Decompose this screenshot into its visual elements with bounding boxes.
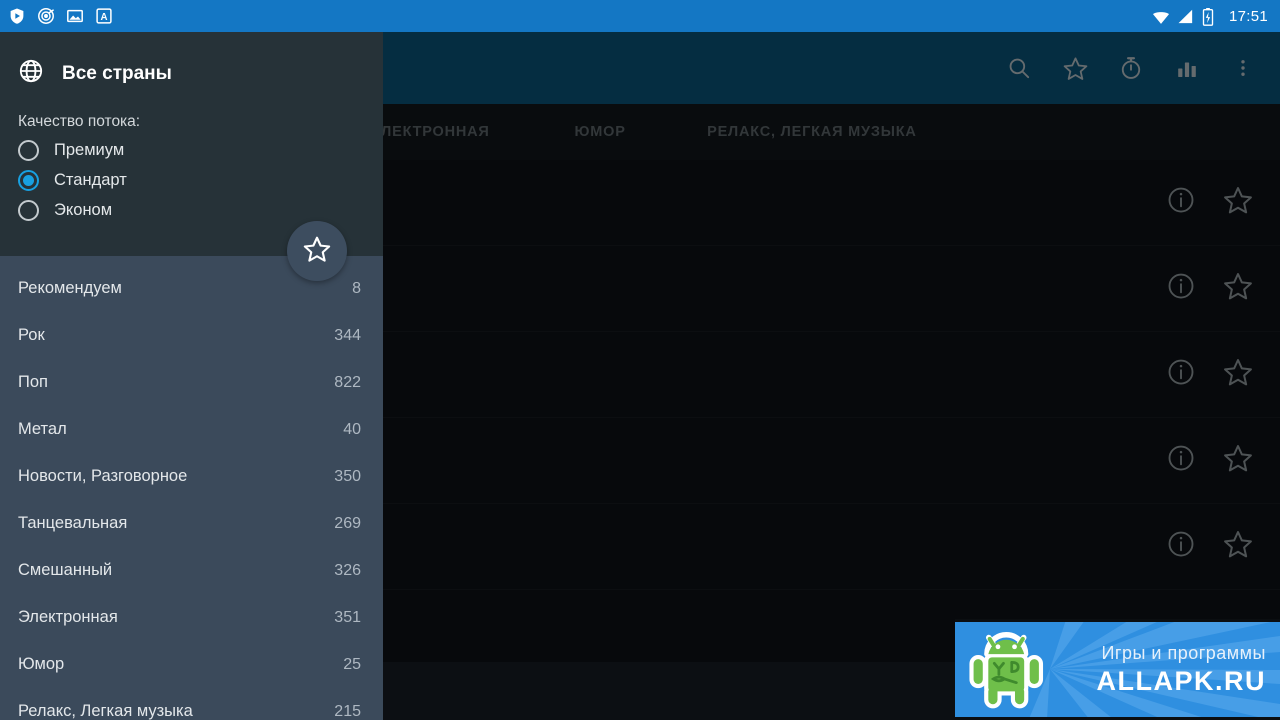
watermark-tagline: Игры и программы (1101, 642, 1266, 663)
sidebar-item-news-talk[interactable]: Новости, Разговорное 350 (0, 453, 383, 500)
favorites-fab[interactable] (287, 221, 347, 281)
sidebar-item-dance[interactable]: Танцевальная 269 (0, 500, 383, 547)
sidebar-item-count: 344 (334, 326, 361, 344)
quality-option-econom[interactable]: Эконом (0, 191, 383, 221)
sidebar-item-mixed[interactable]: Смешанный 326 (0, 547, 383, 594)
sidebar-item-label: Смешанный (18, 561, 113, 579)
quality-option-label: Премиум (54, 141, 125, 159)
sidebar-item-label: Рекомендуем (18, 279, 122, 297)
drawer-category-list[interactable]: Рекомендуем 8 Рок 344 Поп 822 Метал 40 Н… (0, 256, 383, 720)
sidebar-item-count: 8 (352, 279, 361, 297)
quality-option-standard[interactable]: Стандарт (0, 161, 383, 191)
quality-option-label: Эконом (54, 201, 113, 219)
country-label: Все страны (62, 62, 172, 84)
quality-option-premium[interactable]: Премиум (0, 131, 383, 161)
radio-button[interactable] (18, 200, 39, 221)
quality-option-label: Стандарт (54, 171, 127, 189)
status-clock: 17:51 (1228, 7, 1268, 25)
country-selector[interactable]: Все страны (0, 32, 383, 89)
watermark-texts: Игры и программы ALLAPK.RU (1097, 643, 1280, 697)
wifi-icon (1151, 7, 1169, 25)
site-watermark: Игры и программы ALLAPK.RU (955, 619, 1280, 720)
sidebar-item-label: Метал (18, 420, 67, 438)
star-outline-icon (302, 234, 332, 269)
sidebar-item-count: 269 (334, 514, 361, 532)
sidebar-item-label: Релакс, Легкая музыка (18, 702, 193, 720)
shield-play-icon (8, 7, 26, 25)
radio-button-selected[interactable] (18, 170, 39, 191)
battery-charging-icon (1201, 7, 1219, 26)
sidebar-item-metal[interactable]: Метал 40 (0, 406, 383, 453)
sidebar-item-pop[interactable]: Поп 822 (0, 359, 383, 406)
sidebar-item-label: Новости, Разговорное (18, 467, 188, 485)
sidebar-item-count: 40 (343, 420, 361, 438)
sidebar-item-label: Поп (18, 373, 48, 391)
sidebar-item-label: Юмор (18, 655, 65, 673)
sidebar-item-electronic[interactable]: Электронная 351 (0, 594, 383, 641)
signal-icon (1176, 7, 1194, 25)
sidebar-item-count: 215 (334, 702, 361, 720)
sidebar-item-count: 351 (334, 608, 361, 626)
quality-section-title: Качество потока: (18, 113, 141, 130)
browser-icon (37, 7, 55, 25)
a-letter-icon: A (95, 7, 113, 25)
android-robot-icon (963, 621, 1055, 718)
status-system-icons: 17:51 (1151, 7, 1280, 26)
sidebar-item-count: 25 (343, 655, 361, 673)
sidebar-item-relax[interactable]: Релакс, Легкая музыка 215 (0, 688, 383, 720)
android-status-bar: A 17:51 (0, 0, 1280, 32)
sidebar-item-count: 350 (334, 467, 361, 485)
navigation-drawer[interactable]: Все страны Качество потока: Премиум Стан… (0, 32, 383, 720)
sidebar-item-count: 326 (334, 561, 361, 579)
svg-text:A: A (100, 12, 107, 23)
status-notification-icons: A (0, 7, 113, 25)
image-icon (66, 7, 84, 25)
sidebar-item-label: Электронная (18, 608, 118, 626)
sidebar-item-humor[interactable]: Юмор 25 (0, 641, 383, 688)
globe-icon (18, 58, 44, 89)
sidebar-item-count: 822 (334, 373, 361, 391)
radio-button[interactable] (18, 140, 39, 161)
sidebar-item-label: Танцевальная (18, 514, 128, 532)
sidebar-item-rock[interactable]: Рок 344 (0, 312, 383, 359)
watermark-domain: ALLAPK.RU (1096, 665, 1266, 696)
sidebar-item-label: Рок (18, 326, 45, 344)
